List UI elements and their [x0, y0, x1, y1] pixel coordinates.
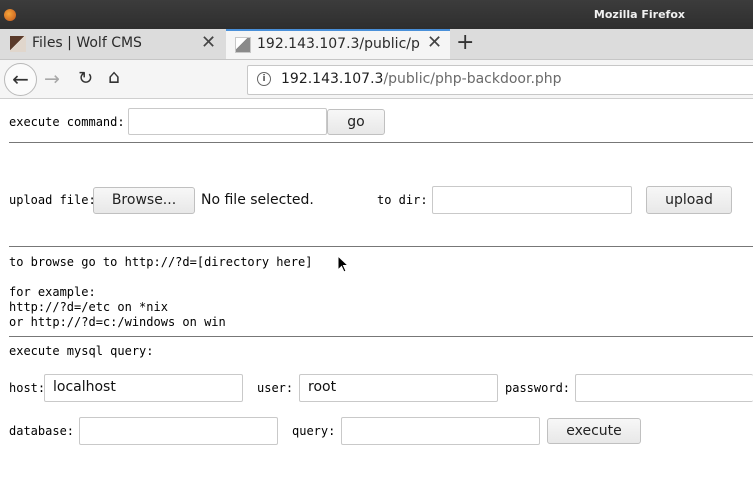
browse-help-line: or http://?d=c:/windows on win [9, 315, 226, 329]
user-label: user: [257, 381, 294, 395]
go-button[interactable]: go [327, 109, 385, 135]
browse-help-line: to browse go to http://?d=[directory her… [9, 255, 313, 269]
host-input[interactable]: localhost [44, 374, 243, 402]
divider [9, 142, 753, 143]
url-bar[interactable]: i 192.143.107.3/public/php-backdoor.php [247, 65, 753, 95]
tab-php-backdoor[interactable]: 192.143.107.3/public/php-backdoor.php ✕ [226, 29, 450, 59]
execute-button[interactable]: execute [547, 418, 641, 444]
new-tab-button[interactable]: + [456, 30, 474, 55]
browse-help-line: for example: [9, 285, 96, 299]
upload-button[interactable]: upload [646, 186, 732, 214]
execute-command-label: execute command: [9, 115, 125, 129]
browse-button[interactable]: Browse... [93, 187, 195, 214]
command-input[interactable] [128, 108, 327, 135]
forward-button[interactable]: → [44, 68, 60, 90]
navigation-toolbar: ← → ↻ ⌂ i 192.143.107.3/public/php-backd… [0, 60, 753, 99]
reload-button[interactable]: ↻ [78, 68, 93, 89]
divider [9, 336, 753, 337]
tab-label: Files | Wolf CMS [32, 35, 142, 51]
host-label: host: [9, 381, 46, 395]
tab-strip: Files | Wolf CMS ✕ 192.143.107.3/public/… [0, 29, 753, 60]
info-icon[interactable]: i [257, 72, 271, 86]
window-titlebar: Mozilla Firefox [0, 0, 753, 29]
dir-input[interactable] [432, 186, 632, 214]
mysql-heading: execute mysql query: [9, 344, 154, 358]
file-status: No file selected. [201, 192, 314, 208]
to-dir-label: to dir: [377, 193, 428, 207]
upload-file-label: upload file: [9, 193, 96, 207]
url-text: 192.143.107.3/public/php-backdoor.php [281, 71, 562, 87]
tab-label: 192.143.107.3/public/php-backdoor.php [257, 36, 420, 52]
divider [9, 246, 753, 247]
query-input[interactable] [341, 417, 540, 445]
firefox-logo-icon [4, 9, 16, 21]
password-input[interactable] [575, 374, 753, 402]
password-label: password: [505, 381, 571, 395]
url-path: /public/php-backdoor.php [383, 71, 562, 87]
url-host: 192.143.107.3 [281, 71, 384, 87]
wolf-cms-favicon-icon [10, 36, 26, 52]
database-input[interactable] [79, 417, 278, 445]
home-button[interactable]: ⌂ [108, 66, 120, 88]
query-label: query: [292, 424, 336, 438]
browse-help-line: http://?d=/etc on *nix [9, 300, 168, 314]
close-icon[interactable]: ✕ [427, 32, 442, 53]
database-label: database: [9, 424, 75, 438]
mouse-cursor-icon [337, 255, 349, 273]
window-title: Mozilla Firefox [593, 8, 685, 21]
close-icon[interactable]: ✕ [201, 32, 216, 53]
user-input[interactable]: root [299, 374, 498, 402]
page-favicon-icon [235, 37, 251, 53]
back-button[interactable]: ← [4, 63, 37, 96]
tab-wolf-cms[interactable]: Files | Wolf CMS ✕ [0, 29, 226, 59]
